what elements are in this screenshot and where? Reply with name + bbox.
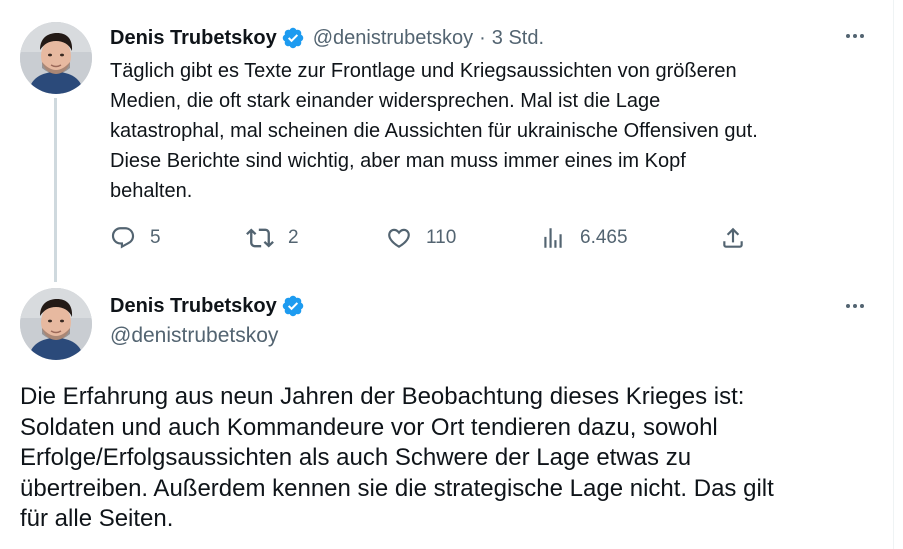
tweet-text-line: Die Erfahrung aus neun Jahren der Beobac… [20,383,745,410]
share-icon [723,227,743,248]
more-options-button[interactable] [838,22,872,50]
author-handle[interactable]: @denistrubetskoy [313,27,473,50]
column-divider [893,0,894,549]
reply-icon [111,227,135,249]
tweet-thread: Denis Trubetskoy @denistrubetskoy · 3 St… [0,0,903,549]
tweet-text-line: Medien, die oft stark einander widerspre… [110,90,661,112]
retweet-count: 2 [288,227,299,248]
views-button[interactable]: 6.465 [540,222,628,254]
separator-dot: · [479,26,486,49]
tweet-text-line: übertreiben. Außerdem kennen sie die str… [20,474,774,502]
tweet-text-line: katastrophal, mal scheinen die Aussichte… [110,120,758,142]
avatar-photo [20,22,92,94]
tweet-text-line: Täglich gibt es Texte zur Frontlage und … [110,60,737,82]
verified-badge-icon [281,294,305,318]
reply-count: 5 [150,227,161,248]
more-options-icon [846,304,864,308]
avatar-photo [20,288,92,360]
tweet-text-line: Diese Berichte sind wichtig, aber man mu… [110,150,686,172]
avatar[interactable] [20,288,92,360]
author-display-name[interactable]: Denis Trubetskoy [110,295,277,318]
views-icon [544,228,562,248]
more-options-button[interactable] [838,292,872,320]
reply-button[interactable]: 5 [110,222,161,254]
tweet-text-line: für alle Seiten. [20,505,174,532]
tweet-2-header: Denis Trubetskoy [110,292,305,320]
tweet-1-header: Denis Trubetskoy @denistrubetskoy · 3 St… [110,24,544,52]
retweet-icon [246,228,274,248]
tweet-timestamp[interactable]: 3 Std. [492,27,544,50]
views-count: 6.465 [580,227,628,248]
share-button[interactable] [720,222,746,254]
like-button[interactable]: 110 [386,222,456,254]
tweet-text-line: Soldaten und auch Kommandeure vor Ort te… [20,413,718,441]
tweet-text-line: behalten. [110,180,193,202]
avatar[interactable] [20,22,92,94]
tweet-2-text: Die Erfahrung aus neun Jahren der Beobac… [20,382,880,535]
more-options-icon [846,34,864,38]
verified-badge-icon [281,26,305,50]
like-count: 110 [426,227,457,248]
retweet-button[interactable]: 2 [246,222,299,254]
tweet-text-line: Erfolge/Erfolgsaussichten als auch Schwe… [20,444,692,471]
author-display-name[interactable]: Denis Trubetskoy [110,27,277,50]
tweet-1-action-bar: 5 2 110 6.465 [110,222,760,254]
heart-icon [388,228,410,248]
tweet-1-text: Täglich gibt es Texte zur Frontlage und … [110,56,880,206]
thread-connector-line [54,98,57,282]
author-handle[interactable]: @denistrubetskoy [110,324,278,348]
